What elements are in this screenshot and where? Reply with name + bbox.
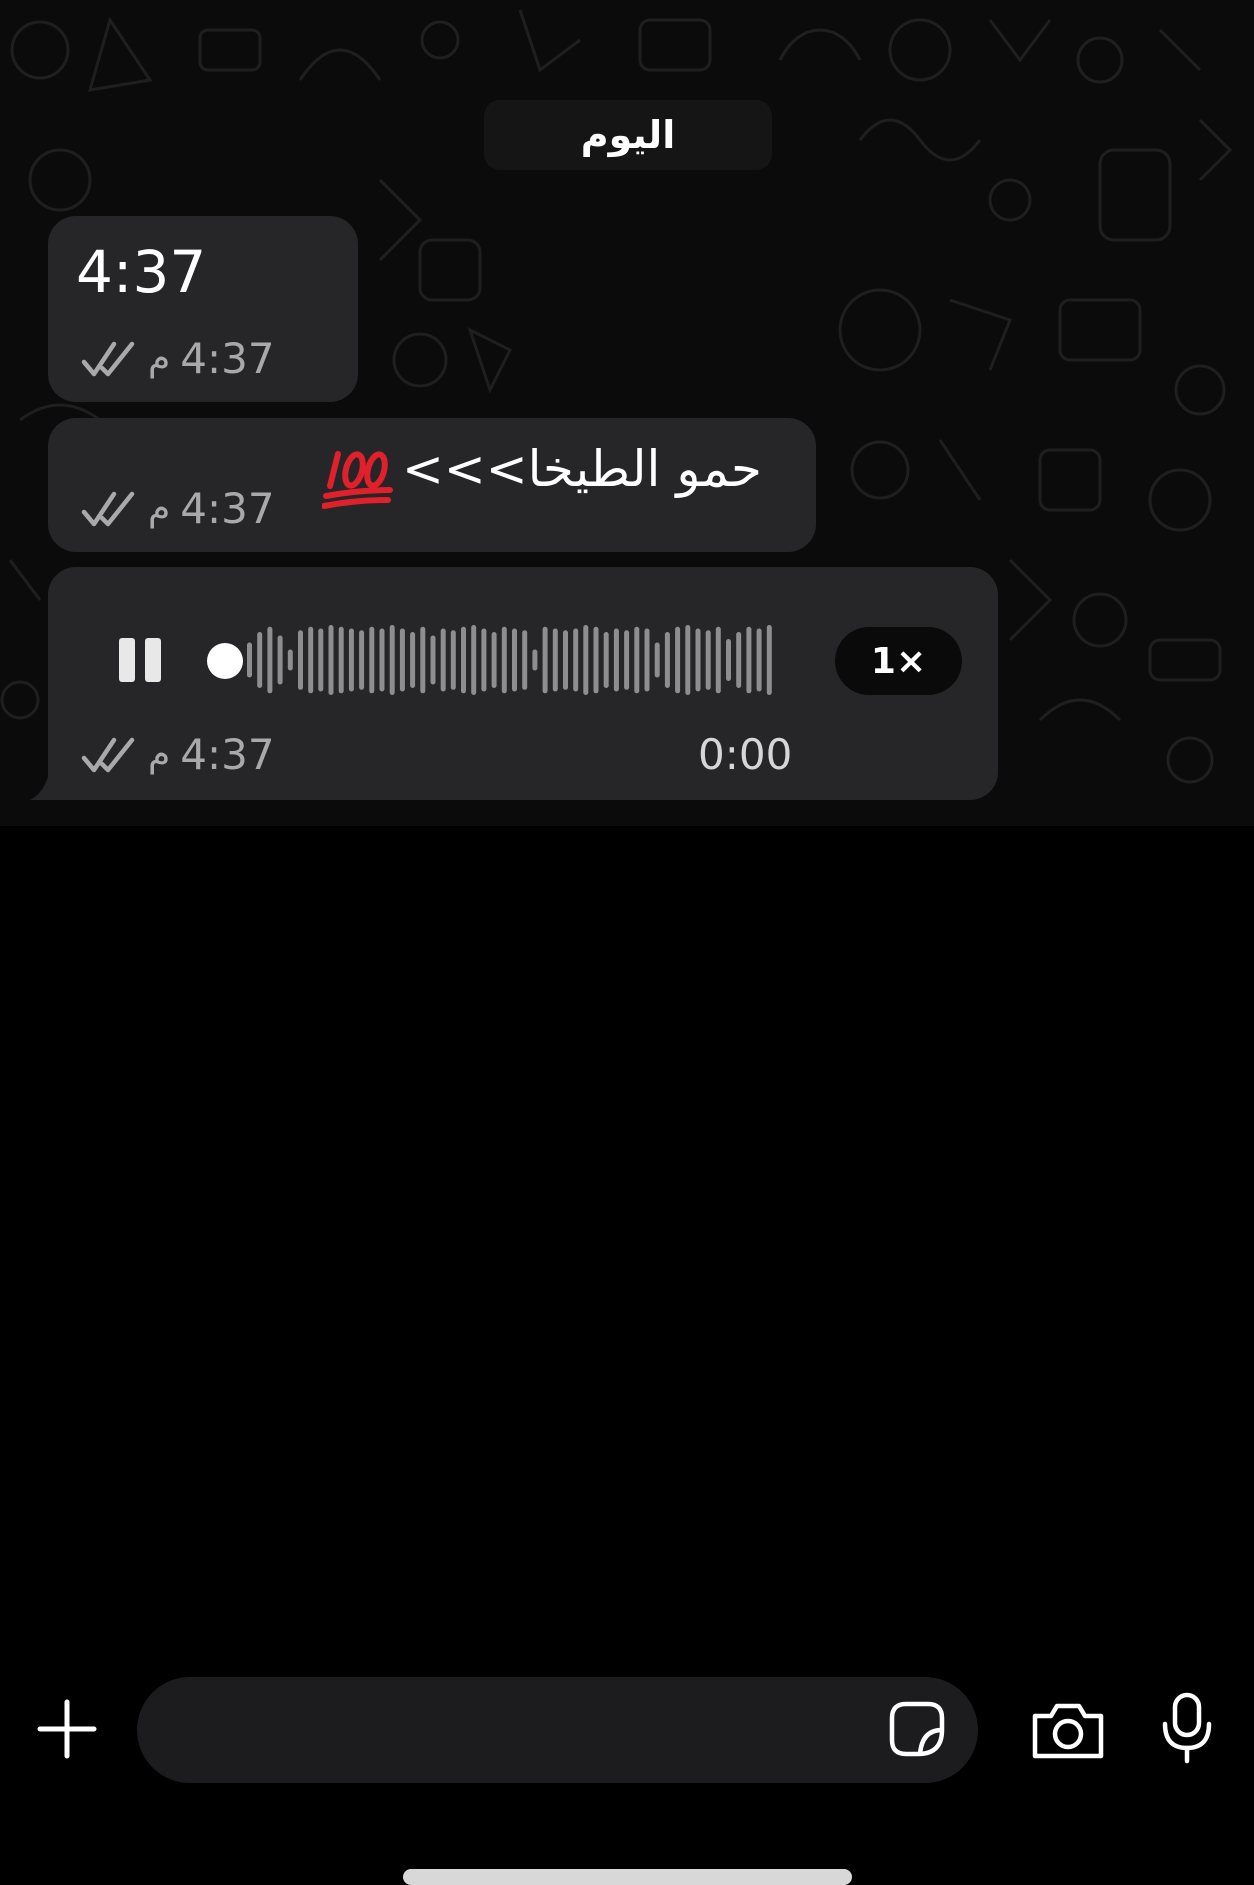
waveform-bar [399,628,405,692]
waveform-bar [257,632,263,688]
waveform-bar [695,628,701,692]
double-check-icon [81,737,135,772]
waveform-bar [613,628,619,692]
date-separator: اليوم [484,100,772,170]
waveform-bar [634,626,640,694]
waveform-bar [247,642,252,678]
waveform-bar [624,630,630,690]
waveform-bar [675,626,681,694]
waveform-bar [379,628,385,692]
playback-speed-button[interactable]: 1× [835,627,962,695]
waveform-bar [277,635,283,685]
waveform-bar [481,628,487,692]
message-time: 4:37 [180,334,275,383]
waveform-bar [471,625,477,695]
waveform-bar [563,630,568,690]
waveform-bar [715,626,721,694]
playback-scrubber[interactable] [207,643,243,679]
message-ampm: م [148,734,171,775]
waveform-bar [267,626,273,694]
composer-bar [0,826,1254,1885]
waveform-bar [389,625,395,695]
waveform-bar [664,632,670,688]
message-meta: م 4:37 [80,334,275,383]
waveform-bar [593,626,599,694]
pause-icon [119,638,135,682]
message-meta: م 4:37 [80,730,275,779]
double-check-icon [81,491,135,526]
waveform-bar [501,626,507,694]
waveform-bar [512,628,517,692]
waveform-bar [736,632,742,688]
waveform-bar [287,649,293,671]
message-text: 4:37 [76,238,207,306]
message-text: حمو الطيخا>>> [402,440,762,498]
hundred-points-emoji-icon [322,451,393,509]
waveform-bar [491,632,497,688]
camera-icon[interactable] [1031,1700,1105,1760]
waveform-bar [726,639,731,681]
waveform-bar [685,625,691,695]
waveform-bar [573,628,579,692]
waveform-bar [308,626,314,694]
message-time: 4:37 [180,484,275,533]
message-input[interactable] [137,1677,978,1783]
waveform-bar [705,630,711,690]
waveform-bar [359,630,365,690]
waveform-bar [461,626,466,694]
waveform-bar [348,628,354,692]
waveform-bar [522,630,528,690]
message-ampm: م [148,338,171,379]
waveform-bar [298,630,303,690]
audio-waveform[interactable] [246,622,776,698]
waveform-bar [440,628,446,692]
pause-icon-bar [145,638,161,682]
voice-duration: 0:00 [698,730,793,779]
microphone-icon[interactable] [1160,1692,1214,1764]
message-ampm: م [148,488,171,529]
waveform-bar [644,628,650,692]
message-meta: م 4:37 [80,484,275,533]
waveform-bar [318,628,324,692]
waveform-bar [430,635,436,685]
double-check-icon [81,341,135,376]
sticker-icon[interactable] [888,1700,946,1758]
waveform-bar [328,625,334,695]
plus-icon[interactable] [36,1698,98,1760]
waveform-bar [369,626,375,694]
waveform-bar [338,626,344,694]
waveform-bar [603,632,609,688]
waveform-bar [654,642,660,678]
pause-button[interactable] [117,638,163,684]
waveform-bar [450,630,456,690]
waveform-bar [532,649,538,671]
chat-area[interactable]: اليوم 4:37 م 4:37 حمو الطيخا>>> م 4:37 1… [0,0,1254,826]
waveform-bar [756,628,762,692]
waveform-bar [583,625,589,695]
message-time: 4:37 [180,730,275,779]
waveform-bar [766,625,772,695]
waveform-bar [542,626,548,694]
waveform-bar [420,626,426,694]
home-indicator[interactable] [403,1869,852,1885]
waveform-bar [410,632,416,688]
waveform-bar [552,628,558,692]
waveform-bar [746,626,752,694]
